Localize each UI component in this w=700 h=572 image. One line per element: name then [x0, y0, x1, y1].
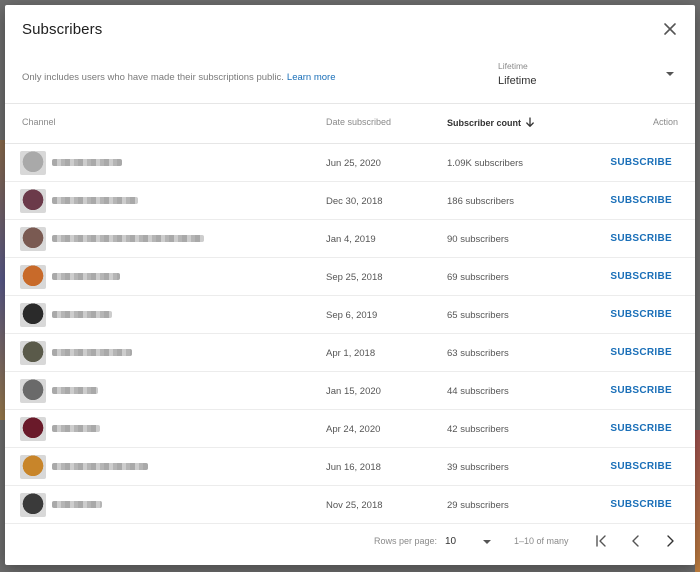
first-page-icon — [596, 535, 606, 547]
table-body: Jun 25, 2020 1.09K subscribers SUBSCRIBE De… — [5, 144, 695, 524]
subscriber-count-cell: 63 subscribers — [447, 348, 509, 359]
date-subscribed-cell: Apr 24, 2020 — [326, 424, 381, 435]
chevron-left-icon — [632, 535, 639, 547]
dropdown-arrow-icon — [666, 72, 674, 76]
table-row: Apr 1, 2018 63 subscribers SUBSCRIBE — [5, 334, 695, 372]
background-page-strip — [695, 430, 700, 572]
table-footer: Rows per page: 10 1–10 of many — [5, 521, 695, 565]
subscriber-count-cell: 65 subscribers — [447, 310, 509, 321]
subscribers-table: Channel Date subscribed Subscriber count… — [5, 103, 695, 524]
channel-avatar[interactable] — [20, 417, 46, 441]
subscriber-count-cell: 42 subscribers — [447, 424, 509, 435]
table-row: Sep 6, 2019 65 subscribers SUBSCRIBE — [5, 296, 695, 334]
subscriber-count-cell: 39 subscribers — [447, 462, 509, 473]
channel-avatar[interactable] — [20, 341, 46, 365]
subscribe-button[interactable]: SUBSCRIBE — [610, 423, 672, 434]
table-row: Dec 30, 2018 186 subscribers SUBSCRIBE — [5, 182, 695, 220]
channel-avatar[interactable] — [20, 493, 46, 517]
date-subscribed-cell: Apr 1, 2018 — [326, 348, 376, 359]
subscribe-button[interactable]: SUBSCRIBE — [610, 499, 672, 510]
table-row: Jun 16, 2018 39 subscribers SUBSCRIBE — [5, 448, 695, 486]
subscriber-count-cell: 186 subscribers — [447, 196, 515, 207]
table-row: Jan 15, 2020 44 subscribers SUBSCRIBE — [5, 372, 695, 410]
channel-name-blurred[interactable] — [52, 387, 98, 394]
column-header-count[interactable]: Subscriber count — [447, 117, 535, 130]
channel-avatar[interactable] — [20, 227, 46, 251]
period-select[interactable]: Lifetime Lifetime — [498, 57, 678, 97]
date-subscribed-cell: Jun 25, 2020 — [326, 158, 381, 169]
subscribe-button[interactable]: SUBSCRIBE — [610, 347, 672, 358]
subscribers-dialog: Subscribers Only includes users who have… — [5, 5, 695, 565]
date-subscribed-cell: Jan 4, 2019 — [326, 234, 376, 245]
rows-per-page-select[interactable]: 10 — [445, 531, 491, 551]
channel-avatar[interactable] — [20, 151, 46, 175]
channel-name-blurred[interactable] — [52, 159, 122, 166]
next-page-button[interactable] — [661, 532, 679, 550]
first-page-button[interactable] — [592, 532, 610, 550]
chevron-right-icon — [667, 535, 674, 547]
close-button[interactable] — [659, 18, 681, 40]
date-subscribed-cell: Nov 25, 2018 — [326, 500, 383, 511]
table-header: Channel Date subscribed Subscriber count… — [5, 103, 695, 144]
privacy-note: Only includes users who have made their … — [22, 72, 336, 83]
subscribe-button[interactable]: SUBSCRIBE — [610, 309, 672, 320]
table-row: Sep 25, 2018 69 subscribers SUBSCRIBE — [5, 258, 695, 296]
channel-avatar[interactable] — [20, 303, 46, 327]
channel-avatar[interactable] — [20, 455, 46, 479]
dialog-title: Subscribers — [22, 21, 103, 38]
date-subscribed-cell: Jun 16, 2018 — [326, 462, 381, 473]
rows-per-page-label: Rows per page: — [374, 536, 438, 546]
period-caption: Lifetime — [498, 61, 528, 71]
channel-avatar[interactable] — [20, 379, 46, 403]
dropdown-arrow-icon — [483, 540, 491, 544]
channel-name-blurred[interactable] — [52, 501, 102, 508]
subscriber-count-cell: 90 subscribers — [447, 234, 509, 245]
close-icon — [664, 23, 676, 35]
subscribe-button[interactable]: SUBSCRIBE — [610, 461, 672, 472]
previous-page-button[interactable] — [627, 532, 645, 550]
table-row: Jan 4, 2019 90 subscribers SUBSCRIBE — [5, 220, 695, 258]
date-subscribed-cell: Sep 25, 2018 — [326, 272, 383, 283]
subscribe-button[interactable]: SUBSCRIBE — [610, 271, 672, 282]
channel-name-blurred[interactable] — [52, 197, 138, 204]
learn-more-link[interactable]: Learn more — [287, 72, 336, 83]
channel-name-blurred[interactable] — [52, 311, 112, 318]
date-subscribed-cell: Sep 6, 2019 — [326, 310, 378, 321]
filter-row: Only includes users who have made their … — [5, 53, 695, 104]
subscriber-count-cell: 29 subscribers — [447, 500, 509, 511]
date-subscribed-cell: Dec 30, 2018 — [326, 196, 383, 207]
date-subscribed-cell: Jan 15, 2020 — [326, 386, 381, 397]
table-row: Jun 25, 2020 1.09K subscribers SUBSCRIBE — [5, 144, 695, 182]
pagination-range: 1–10 of many — [514, 536, 569, 546]
channel-name-blurred[interactable] — [52, 463, 148, 470]
subscribe-button[interactable]: SUBSCRIBE — [610, 157, 672, 168]
subscribe-button[interactable]: SUBSCRIBE — [610, 195, 672, 206]
period-value: Lifetime — [498, 75, 537, 87]
table-row: Nov 25, 2018 29 subscribers SUBSCRIBE — [5, 486, 695, 524]
channel-avatar[interactable] — [20, 265, 46, 289]
subscriber-count-cell: 44 subscribers — [447, 386, 509, 397]
subscriber-count-cell: 69 subscribers — [447, 272, 509, 283]
column-header-count-label: Subscriber count — [447, 118, 522, 128]
dialog-header: Subscribers — [5, 5, 695, 53]
channel-name-blurred[interactable] — [52, 235, 204, 242]
subscribe-button[interactable]: SUBSCRIBE — [610, 233, 672, 244]
channel-name-blurred[interactable] — [52, 349, 132, 356]
subscriber-count-cell: 1.09K subscribers — [447, 158, 524, 169]
rows-per-page-value: 10 — [445, 536, 457, 547]
channel-name-blurred[interactable] — [52, 273, 120, 280]
subscribe-button[interactable]: SUBSCRIBE — [610, 385, 672, 396]
column-header-date: Date subscribed — [326, 117, 392, 127]
privacy-note-text: Only includes users who have made their … — [22, 72, 284, 83]
channel-name-blurred[interactable] — [52, 425, 100, 432]
column-header-channel: Channel — [22, 117, 56, 127]
column-header-action: Action — [652, 117, 678, 127]
arrow-down-icon — [525, 117, 535, 130]
table-row: Apr 24, 2020 42 subscribers SUBSCRIBE — [5, 410, 695, 448]
channel-avatar[interactable] — [20, 189, 46, 213]
